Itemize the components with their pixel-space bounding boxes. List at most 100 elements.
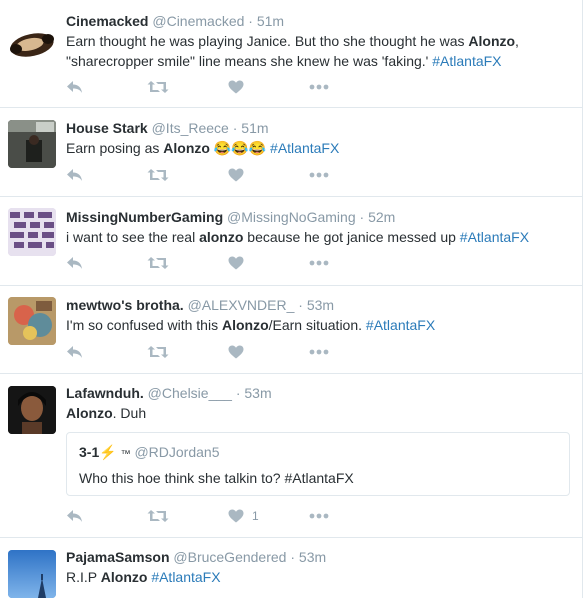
highlighted-keyword: Alonzo [66,405,113,421]
more-icon [309,349,329,355]
separator-dot: · [290,549,296,565]
text-segment: R.I.P [66,569,101,585]
avatar[interactable] [8,550,56,598]
tweet[interactable]: House Stark @Its_Reece · 51m Earn posing… [0,107,582,197]
like-button[interactable] [228,80,309,94]
more-icon [309,172,329,178]
more-icon [309,260,329,266]
tweet-text: Alonzo. Duh [66,403,574,423]
reply-button[interactable] [66,509,147,523]
tweet[interactable]: Lafawnduh. @Chelsie___ · 53m Alonzo. Duh… [0,373,582,538]
reply-icon [66,345,84,359]
tweet-actions [66,165,390,185]
avatar[interactable] [8,120,56,168]
author-name[interactable]: mewtwo's brotha. [66,297,184,313]
author-name[interactable]: House Stark [66,120,148,136]
reply-button[interactable] [66,345,147,359]
tweet-actions [66,342,390,362]
tweet[interactable]: PajamaSamson @BruceGendered · 53m R.I.P … [0,537,582,598]
avatar[interactable] [8,386,56,434]
retweet-button[interactable] [147,80,228,94]
timestamp[interactable]: 53m [244,385,271,401]
more-button[interactable] [309,349,390,355]
text-segment: Earn thought he was playing Janice. But … [66,33,469,49]
tweet[interactable]: MissingNumberGaming @MissingNoGaming · 5… [0,196,582,286]
heart-icon [228,256,244,270]
hashtag-link[interactable]: #AtlantaFX [366,317,435,333]
timestamp[interactable]: 53m [299,549,326,565]
separator-dot: · [298,297,303,313]
author-handle[interactable]: @Cinemacked [152,13,244,29]
like-button[interactable]: 1 [228,509,309,523]
avatar[interactable] [8,208,56,256]
like-button[interactable] [228,168,309,182]
text-segment: I'm so confused with this [66,317,222,333]
tweet-text: Earn thought he was playing Janice. But … [66,31,574,71]
more-button[interactable] [309,172,390,178]
tweet-actions [66,253,390,273]
hashtag-link[interactable]: #AtlantaFX [270,140,339,156]
text-segment: 😂😂😂 [209,140,271,156]
reply-button[interactable] [66,256,147,270]
author-name[interactable]: MissingNumberGaming [66,209,223,225]
more-button[interactable] [309,84,390,90]
highlighted-keyword: Alonzo [163,140,210,156]
highlighted-keyword: alonzo [199,229,244,245]
lightning-icon: ⚡ [99,444,117,460]
text-segment: /Earn situation. [268,317,366,333]
author-name[interactable]: Lafawnduh. [66,385,144,401]
separator-dot: · [248,13,253,29]
hashtag-link[interactable]: #AtlantaFX [460,229,529,245]
author-handle[interactable]: @ALEXVNDER_ [188,297,295,313]
retweet-button[interactable] [147,256,228,270]
retweet-button[interactable] [147,345,228,359]
timestamp[interactable]: 53m [307,297,334,313]
retweet-icon [147,256,169,270]
tweet-text: R.I.P Alonzo #AtlantaFX [66,567,574,587]
timestamp[interactable]: 51m [257,13,284,29]
author-name[interactable]: PajamaSamson [66,549,170,565]
avatar[interactable] [8,19,56,67]
hashtag-link[interactable]: #AtlantaFX [432,53,501,69]
tweet[interactable]: mewtwo's brotha. @ALEXVNDER_ · 53m I'm s… [0,285,582,374]
like-count: 1 [252,509,259,523]
tweet-text: i want to see the real alonzo because he… [66,227,574,247]
quoted-author-handle[interactable]: @RDJordan5 [134,444,219,460]
more-button[interactable] [309,260,390,266]
author-name[interactable]: Cinemacked [66,13,148,29]
timestamp[interactable]: 52m [368,209,395,225]
quoted-author-name[interactable]: 3-1 [79,444,99,460]
separator-dot: · [359,209,365,225]
timestamp[interactable]: 51m [241,120,268,136]
author-handle[interactable]: @Chelsie___ [148,385,232,401]
heart-icon [228,345,244,359]
more-icon [309,84,329,90]
quoted-tweet[interactable]: 3-1⚡ ™ @RDJordan5 Who this hoe think she… [66,432,570,496]
retweet-button[interactable] [147,168,228,182]
like-button[interactable] [228,345,309,359]
retweet-icon [147,345,169,359]
more-button[interactable] [309,513,390,519]
heart-icon [228,168,244,182]
tweet-text: Earn posing as Alonzo 😂😂😂 #AtlantaFX [66,138,574,158]
like-button[interactable] [228,256,309,270]
hashtag-link[interactable]: #AtlantaFX [151,569,220,585]
text-segment: . Duh [112,405,147,421]
retweet-button[interactable] [147,509,228,523]
reply-icon [66,80,84,94]
author-handle[interactable]: @MissingNoGaming [227,209,356,225]
author-handle[interactable]: @BruceGendered [173,549,286,565]
retweet-icon [147,168,169,182]
highlighted-keyword: Alonzo [221,317,269,333]
author-handle[interactable]: @Its_Reece [152,120,229,136]
trademark-symbol: ™ [120,449,131,460]
quoted-tweet-text: Who this hoe think she talkin to? #Atlan… [79,470,354,486]
retweet-icon [147,509,169,523]
tweet-text: I'm so confused with this Alonzo/Earn si… [66,315,574,335]
reply-button[interactable] [66,80,147,94]
avatar[interactable] [8,297,56,345]
reply-button[interactable] [66,168,147,182]
tweet[interactable]: Cinemacked @Cinemacked · 51m Earn though… [0,0,582,108]
highlighted-keyword: Alonzo [100,569,148,585]
reply-icon [66,168,84,182]
